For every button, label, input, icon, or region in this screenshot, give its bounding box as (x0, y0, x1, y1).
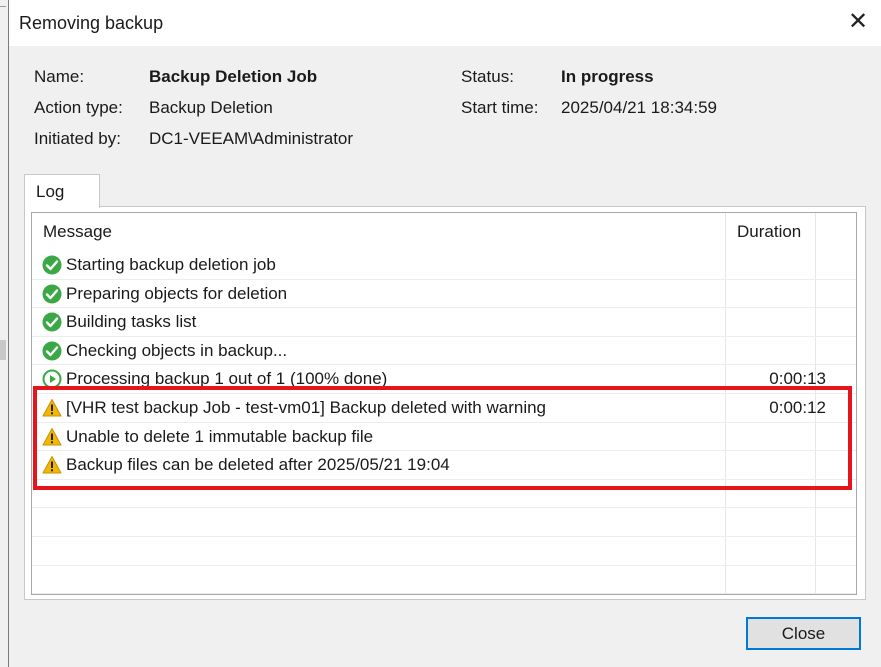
column-header-message[interactable]: Message (43, 222, 112, 242)
background-line (0, 340, 6, 360)
log-row[interactable]: Backup files can be deleted after 2025/0… (32, 451, 856, 479)
log-row[interactable]: Preparing objects for deletion (32, 280, 856, 308)
name-value: Backup Deletion Job (149, 67, 318, 86)
removing-backup-dialog: Removing backup ✕ Name: Backup Deletion … (8, 0, 881, 667)
log-message: Unable to delete 1 immutable backup file (66, 426, 374, 446)
log-grid[interactable]: Message Duration Starting backup deletio… (31, 212, 857, 595)
initiated-by-value: DC1-VEEAM\Administrator (149, 129, 354, 148)
row-separator (32, 564, 856, 566)
log-message: Building tasks list (66, 312, 197, 332)
action-type-label: Action type: (34, 98, 123, 117)
success-check-icon (42, 255, 62, 275)
status-label: Status: (461, 67, 514, 86)
start-time-label: Start time: (461, 98, 539, 117)
log-row[interactable]: Unable to delete 1 immutable backup file (32, 423, 856, 451)
log-tab-panel: Message Duration Starting backup deletio… (24, 206, 866, 600)
screen: Removing backup ✕ Name: Backup Deletion … (0, 0, 881, 667)
row-separator (32, 593, 856, 594)
warning-icon (42, 455, 62, 475)
tab-log-label: Log (36, 182, 65, 201)
log-row[interactable]: Checking objects in backup... (32, 337, 856, 365)
row-separator (32, 536, 856, 537)
column-header-duration[interactable]: Duration (737, 222, 801, 242)
log-message: Backup files can be deleted after 2025/0… (66, 455, 450, 475)
log-message: Checking objects in backup... (66, 340, 288, 360)
log-message: Starting backup deletion job (66, 255, 276, 274)
background-line (0, 6, 6, 7)
close-button[interactable]: Close (746, 617, 861, 650)
log-message: Processing backup 1 out of 1 (100% done) (66, 369, 388, 389)
success-check-icon (42, 341, 62, 361)
success-check-icon (42, 284, 62, 304)
title-bar: Removing backup ✕ (9, 0, 881, 46)
log-message: Preparing objects for deletion (66, 283, 288, 303)
log-duration: 0:00:12 (769, 398, 826, 417)
tab-log[interactable]: Log (24, 174, 100, 208)
log-row[interactable]: [VHR test backup Job - test-vm01] Backup… (32, 394, 856, 422)
log-row[interactable]: Starting backup deletion job (32, 251, 856, 279)
log-duration: 0:00:13 (769, 369, 826, 389)
log-row[interactable]: Processing backup 1 out of 1 (100% done)… (32, 365, 856, 393)
row-separator (32, 507, 856, 509)
warning-icon (42, 398, 62, 418)
start-time-value: 2025/04/21 18:34:59 (561, 98, 717, 117)
action-type-value: Backup Deletion (149, 98, 273, 117)
log-message: [VHR test backup Job - test-vm01] Backup… (66, 398, 547, 417)
name-label: Name: (34, 67, 85, 86)
status-value: In progress (561, 67, 654, 86)
warning-icon (42, 427, 62, 447)
close-window-icon[interactable]: ✕ (845, 9, 871, 35)
success-check-icon (42, 312, 62, 332)
log-row[interactable]: Building tasks list (32, 308, 856, 336)
window-title: Removing backup (19, 13, 164, 33)
in-progress-play-icon (42, 369, 62, 389)
initiated-by-label: Initiated by: (34, 129, 121, 148)
